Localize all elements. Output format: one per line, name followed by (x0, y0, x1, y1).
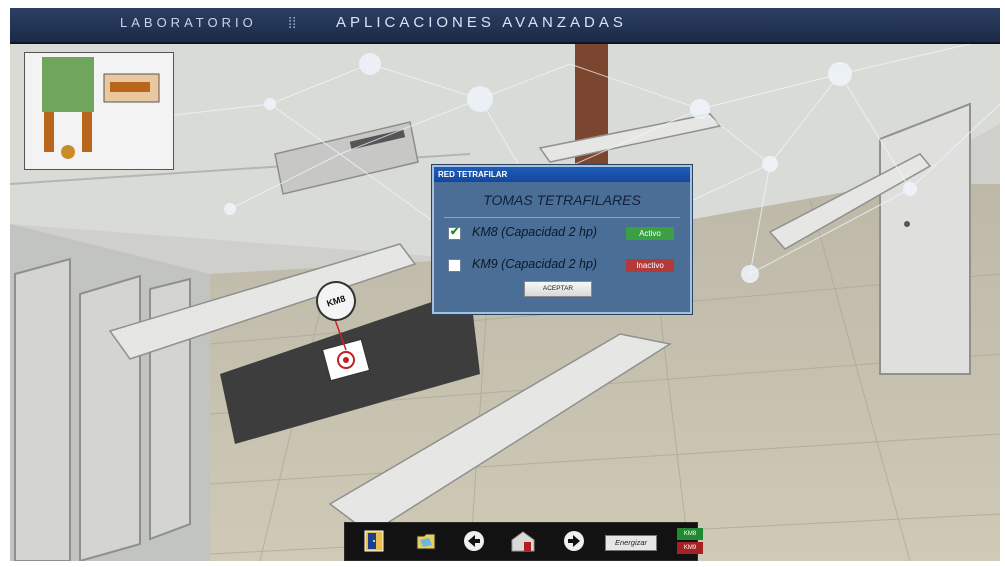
arrow-left-icon[interactable] (463, 530, 485, 552)
list-item-km9: KM9 (Capacidad 2 hp) Inactivo (448, 257, 678, 275)
dialog-title: RED TETRAFILAR (434, 167, 690, 182)
arrow-right-icon[interactable] (563, 530, 585, 552)
floor-minimap[interactable] (24, 52, 174, 170)
title-bar: LABORATORIO ⁞⁞ APLICACIONES AVANZADAS (10, 8, 1000, 44)
km9-status-badge: Inactivo (626, 259, 674, 272)
km8-status-badge: Activo (626, 227, 674, 240)
app-title: APLICACIONES AVANZADAS (336, 14, 627, 31)
km8-label: KM8 (Capacidad 2 hp) (472, 225, 598, 239)
energize-button[interactable]: Energizar (605, 535, 657, 551)
home-icon[interactable] (509, 530, 539, 552)
list-item-km8: ✔ KM8 (Capacidad 2 hp) Activo (448, 225, 678, 243)
folder-diagram-icon[interactable] (415, 530, 437, 552)
accept-button[interactable]: ACEPTAR (524, 281, 592, 297)
km8-indicator: KM8 (677, 528, 703, 540)
divider (444, 217, 680, 218)
bottom-toolbar: Energizar KM8 KM9 (344, 522, 703, 561)
tetrafilar-dialog: RED TETRAFILAR TOMAS TETRAFILARES ✔ KM8 … (432, 165, 692, 314)
km9-indicator: KM9 (677, 542, 703, 554)
dialog-heading: TOMAS TETRAFILARES (483, 192, 641, 208)
section-label: LABORATORIO (120, 15, 257, 30)
km9-label: KM9 (Capacidad 2 hp) (472, 257, 598, 271)
km9-checkbox[interactable] (448, 259, 461, 272)
checkmark-icon: ✔ (450, 226, 460, 238)
door-exit-icon[interactable] (363, 530, 385, 552)
grid-dots-icon: ⁞⁞ (288, 15, 297, 32)
km8-checkbox[interactable]: ✔ (448, 226, 461, 240)
